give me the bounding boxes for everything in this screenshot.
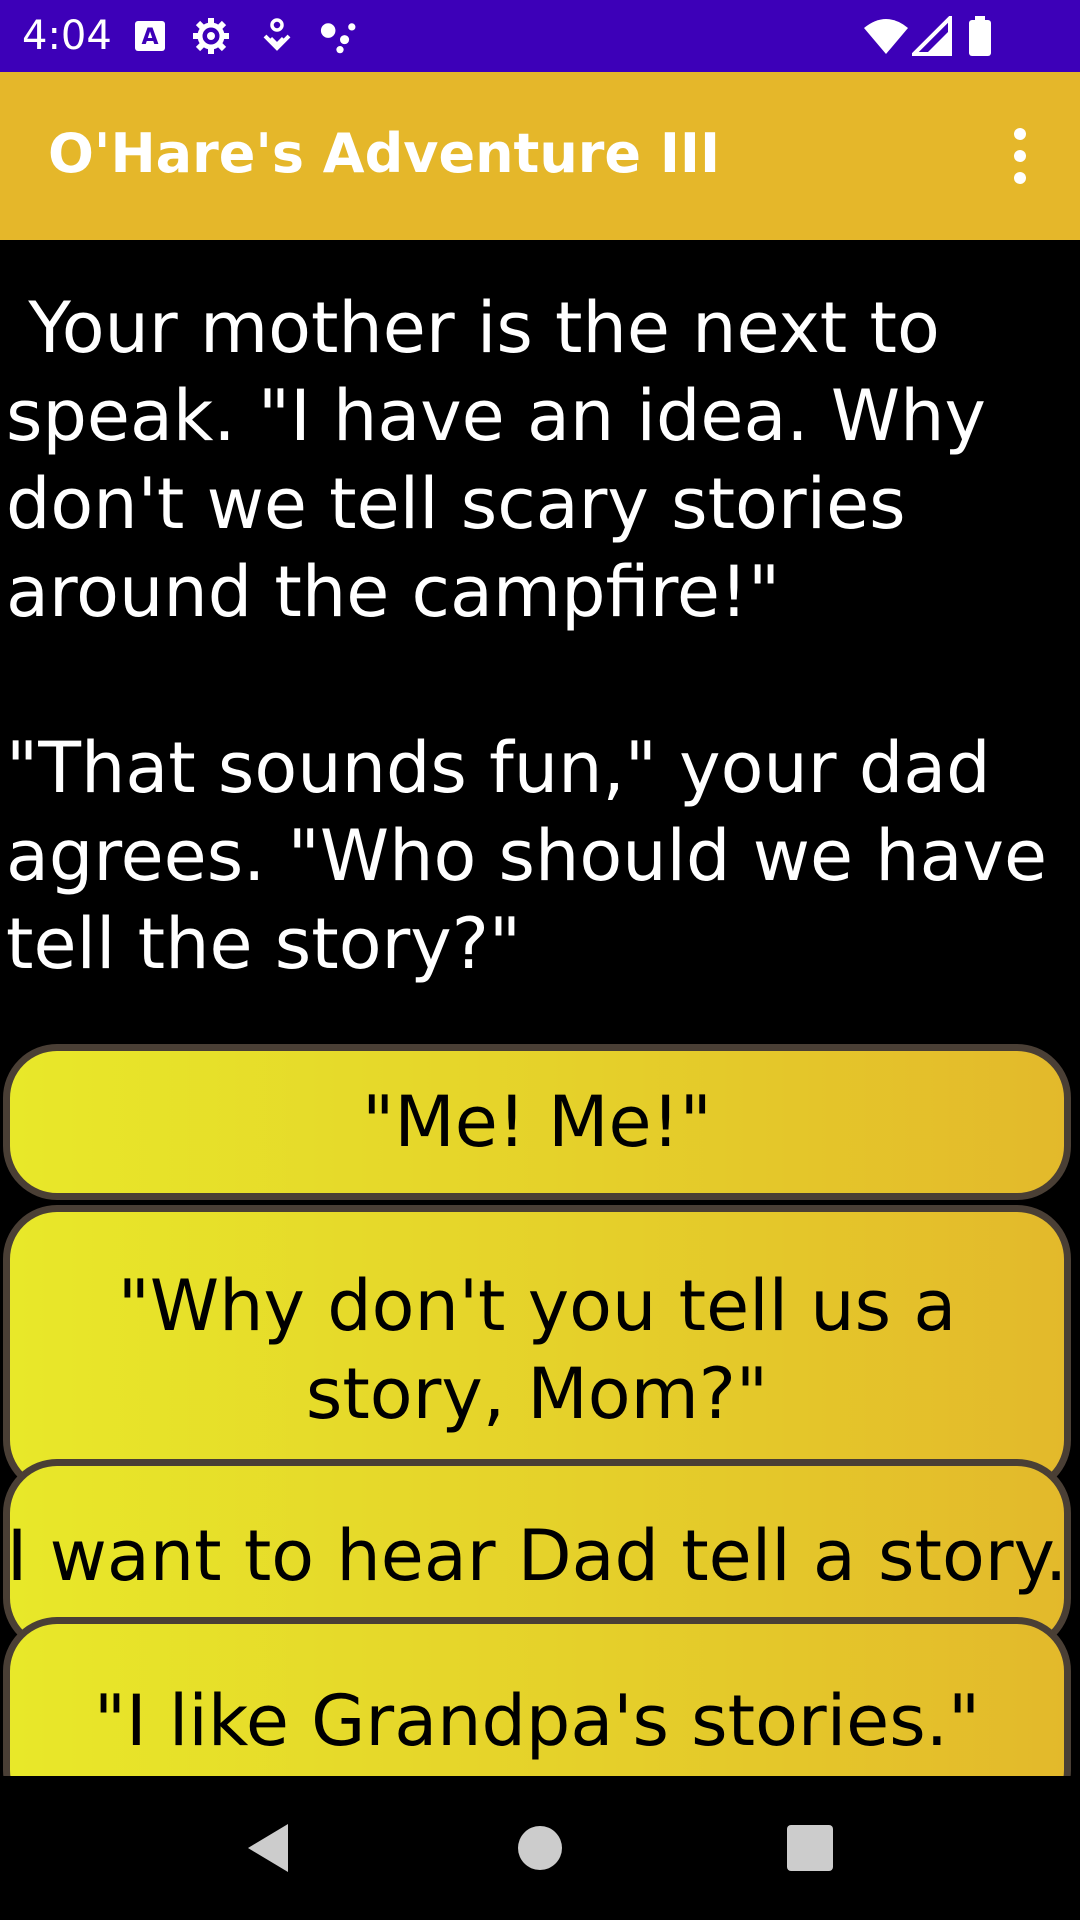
app-bar: O'Hare's Adventure III [0, 72, 1080, 240]
choice-label: "Me! Me!" [362, 1081, 712, 1163]
recents-icon[interactable] [774, 1812, 846, 1884]
home-icon[interactable] [504, 1812, 576, 1884]
gear-icon [193, 18, 229, 54]
download-icon [263, 18, 291, 51]
choice-button-1[interactable]: "Me! Me!" [3, 1044, 1071, 1200]
wifi-icon [864, 19, 908, 54]
story-paragraph-2: "That sounds fun," your dad agrees. "Who… [6, 727, 1070, 985]
choice-label: "Why don't you tell us a story, Mom?" [117, 1264, 957, 1435]
status-time: 4:04 [22, 13, 112, 59]
story-text: Your mother is the next to speak. "I hav… [6, 284, 1066, 988]
screen: 4:04 A O'Hare's Adventure III Your mothe… [0, 0, 1080, 1920]
signal-icon [912, 16, 952, 56]
assistant-icon [320, 23, 356, 54]
text-icon: A [135, 21, 165, 51]
story-paragraph-1: Your mother is the next to speak. "I hav… [6, 287, 1009, 633]
status-bar: 4:04 A [0, 0, 1080, 72]
choice-button-2[interactable]: "Why don't you tell us a story, Mom?" [3, 1205, 1071, 1494]
svg-text:A: A [141, 25, 158, 50]
navigation-bar [0, 1776, 1080, 1920]
battery-icon [969, 16, 991, 56]
choice-label: "I like Grandpa's stories." [93, 1679, 981, 1762]
back-icon[interactable] [232, 1812, 304, 1884]
more-vert-icon[interactable] [990, 124, 1050, 188]
choice-label: "I want to hear Dad tell a story." [0, 1514, 1080, 1597]
app-title: O'Hare's Adventure III [48, 122, 721, 185]
